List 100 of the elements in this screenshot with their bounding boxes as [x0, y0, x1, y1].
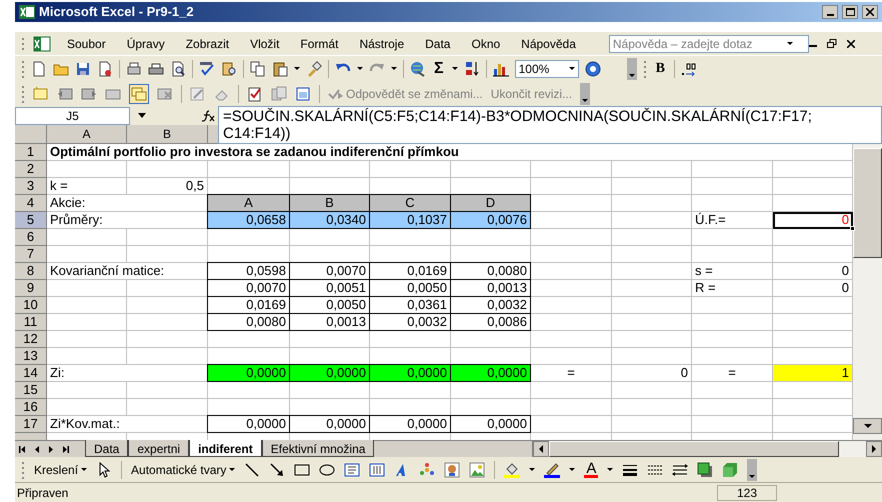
row-header[interactable]: 14	[15, 365, 47, 382]
close-icon[interactable]	[846, 40, 855, 48]
scroll-left-button[interactable]	[533, 441, 549, 457]
caret-icon[interactable]	[568, 67, 575, 70]
caret-icon[interactable]	[452, 67, 458, 70]
horizontal-scrollbar[interactable]	[532, 441, 882, 457]
row-header[interactable]: 4	[15, 195, 47, 212]
toolbar-options-icon[interactable]	[626, 58, 637, 80]
vertical-scrollbar[interactable]	[853, 144, 882, 440]
name-box[interactable]: J5	[15, 106, 130, 124]
new-comment-icon[interactable]	[33, 86, 49, 102]
clipboard-check-icon[interactable]	[247, 86, 263, 102]
text-box-icon[interactable]	[344, 462, 360, 478]
spelling-check-icon[interactable]	[199, 60, 215, 76]
line-icon[interactable]	[244, 462, 260, 478]
maximize-button[interactable]	[842, 5, 858, 19]
toolbar-grip-icon[interactable]	[642, 58, 647, 78]
rectangle-icon[interactable]	[294, 462, 310, 478]
row-header[interactable]: 13	[15, 348, 47, 365]
draw-menu-button[interactable]: Kreslení	[34, 460, 88, 478]
picture-icon[interactable]	[469, 462, 486, 478]
toolbar-grip-icon[interactable]	[21, 460, 25, 480]
menu-item[interactable]: Nástroje	[351, 32, 412, 54]
fill-bucket-icon[interactable]	[504, 462, 520, 478]
arrow-style-icon[interactable]	[672, 462, 688, 478]
cube-icon[interactable]	[722, 462, 738, 478]
formula-bar-field[interactable]: =SOUČIN.SKALÁRNÍ(C5:F5;C14:F14)-B3*ODMOCNINA(SOUČIN.SKALÁRNÍ(C17:F17;C14:F14))	[218, 106, 882, 144]
caret-icon[interactable]	[391, 67, 397, 70]
previous-comment-icon[interactable]	[57, 86, 73, 102]
print-preview-icon[interactable]	[170, 60, 186, 76]
insert-function-icon[interactable]	[200, 108, 216, 124]
caret-icon[interactable]	[229, 468, 236, 471]
caret-icon[interactable]	[294, 67, 300, 70]
menu-item[interactable]: Vložit	[242, 32, 288, 54]
book-search-icon[interactable]	[221, 60, 237, 76]
sort-ascending-icon[interactable]	[464, 60, 480, 76]
scroll-thumb[interactable]	[549, 441, 839, 457]
row-header[interactable]: 16	[15, 399, 47, 416]
globe-link-icon[interactable]	[410, 60, 426, 76]
scroll-right-button[interactable]	[866, 441, 882, 457]
oval-icon[interactable]	[319, 462, 336, 478]
copy-icon[interactable]	[250, 60, 266, 76]
document-lock-icon[interactable]	[97, 60, 113, 76]
menu-item[interactable]: Úpravy	[118, 32, 173, 54]
menu-item[interactable]: Formát	[292, 32, 346, 54]
spreadsheet-document-icon[interactable]	[33, 36, 51, 52]
zoom-dropdown[interactable]: 100%	[514, 60, 579, 78]
next-sheet-icon[interactable]	[47, 444, 55, 454]
bold-button[interactable]: B	[652, 58, 668, 79]
caret-icon[interactable]	[569, 468, 576, 471]
caret-icon[interactable]	[607, 468, 614, 471]
scroll-down-button[interactable]	[853, 418, 882, 434]
scroll-thumb[interactable]	[853, 148, 882, 258]
row-header[interactable]: 9	[15, 280, 47, 297]
last-sheet-icon[interactable]	[61, 444, 69, 454]
help-search-field[interactable]: Nápověda – zadejte dotaz	[608, 34, 809, 52]
close-button[interactable]	[862, 5, 878, 19]
row-header[interactable]	[15, 433, 47, 440]
row-header[interactable]: 1	[15, 144, 47, 161]
row-header[interactable]: 8	[15, 263, 47, 280]
new-document-icon[interactable]	[31, 60, 47, 76]
minimize-button[interactable]	[822, 5, 838, 19]
toolbar-options-icon[interactable]	[747, 458, 758, 480]
line-color-brush-icon[interactable]	[544, 462, 560, 478]
shadow-icon[interactable]	[697, 462, 714, 478]
first-sheet-icon[interactable]	[19, 444, 27, 454]
sheet-tab[interactable]: indiferent	[189, 440, 262, 457]
increase-decimal-icon[interactable]	[680, 60, 697, 76]
arrow-icon[interactable]	[269, 462, 286, 478]
row-header[interactable]: 17	[15, 416, 47, 433]
menu-item[interactable]: Nápověda	[513, 32, 584, 54]
sheet-tab[interactable]: expertni	[128, 440, 190, 457]
font-color-button[interactable]: A	[584, 462, 598, 478]
toolbar-options-icon[interactable]	[580, 82, 590, 104]
menu-item[interactable]: Soubor	[59, 32, 114, 54]
previous-sheet-icon[interactable]	[33, 444, 41, 454]
menu-item[interactable]: Zobrazit	[178, 32, 238, 54]
row-header[interactable]: 3	[15, 178, 47, 195]
help-icon[interactable]	[584, 60, 601, 76]
clipboard-icon[interactable]	[272, 60, 288, 76]
printer-icon[interactable]	[148, 60, 164, 76]
caret-icon[interactable]	[357, 67, 363, 70]
row-header[interactable]: 11	[15, 314, 47, 331]
clip-art-icon[interactable]	[444, 462, 460, 478]
sheet-tab[interactable]: Efektivní množina	[262, 440, 374, 457]
restore-icon[interactable]	[826, 38, 837, 48]
toolbar-grip-icon[interactable]	[21, 58, 25, 78]
menu-item[interactable]: Data	[417, 32, 458, 54]
delete-comment-icon[interactable]	[157, 86, 173, 102]
autoshapes-button[interactable]: Automatické tvary	[131, 460, 236, 478]
document-send-icon[interactable]	[295, 86, 311, 102]
row-header[interactable]: 15	[15, 382, 47, 399]
diagram-icon[interactable]	[419, 462, 436, 478]
row-header[interactable]: 10	[15, 297, 47, 314]
row-header[interactable]: 12	[15, 331, 47, 348]
vertical-text-box-icon[interactable]	[369, 462, 386, 478]
sheet-tab[interactable]: Data	[85, 440, 128, 457]
paintbrush-icon[interactable]	[306, 60, 322, 76]
row-header[interactable]: 7	[15, 246, 47, 263]
autosum-button[interactable]: Σ	[432, 60, 446, 76]
